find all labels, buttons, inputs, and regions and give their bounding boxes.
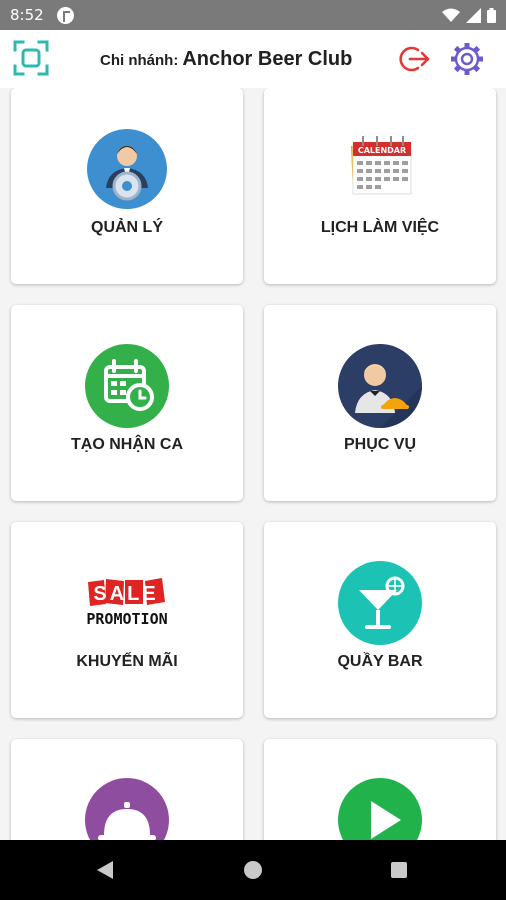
tile-label: KHUYẾN MÃI: [76, 653, 178, 670]
back-icon[interactable]: [96, 860, 114, 880]
tile-quan-ly[interactable]: QUẢN LÝ: [11, 88, 243, 284]
app-header: Chi nhánh: Anchor Beer Club: [0, 30, 506, 88]
tile-phuc-vu[interactable]: PHỤC VỤ: [264, 305, 496, 501]
shift-calendar-clock-icon: [85, 344, 169, 428]
notification-icon: [57, 7, 74, 24]
tile-label: LỊCH LÀM VIỆC: [320, 219, 440, 236]
logout-icon[interactable]: [397, 42, 431, 76]
calendar-icon-text: CALENDAR: [358, 146, 406, 155]
manager-gear-icon: [87, 129, 167, 209]
navigation-bar: [0, 840, 506, 900]
status-bar: 8:52: [0, 0, 506, 30]
tile-quay-bar[interactable]: QUẦY BAR: [264, 522, 496, 718]
tile-play[interactable]: [264, 739, 496, 840]
scan-qr-icon[interactable]: [13, 40, 49, 76]
settings-gear-icon[interactable]: [448, 40, 486, 78]
home-icon[interactable]: [244, 861, 262, 879]
branch-label: Chi nhánh:: [100, 52, 179, 69]
tile-khuyen-mai[interactable]: SALE PROMOTION KHUYẾN MÃI: [11, 522, 243, 718]
tile-tao-nhan-ca[interactable]: TẠO NHẬN CA: [11, 305, 243, 501]
signal-icon: [466, 8, 481, 23]
sale-icon-text: SALE: [93, 583, 158, 605]
tile-label: TẠO NHẬN CA: [71, 436, 183, 453]
promotion-icon-text: PROMOTION: [86, 610, 167, 628]
play-icon: [338, 778, 422, 840]
system-icons: [442, 7, 496, 23]
calendar-icon: CALENDAR: [351, 136, 412, 195]
cocktail-icon: [338, 561, 422, 645]
tile-label: QUẦY BAR: [337, 653, 423, 670]
tile-label: QUẢN LÝ: [91, 219, 163, 236]
wifi-icon: [442, 8, 460, 22]
tile-lich-lam-viec[interactable]: CALENDAR LỊCH LÀM VIỆC: [264, 88, 496, 284]
tile-service-bell[interactable]: [11, 739, 243, 840]
status-time: 8:52: [10, 6, 44, 24]
branch-info: Chi nhánh: Anchor Beer Club: [100, 48, 352, 71]
tile-label: PHỤC VỤ: [343, 436, 416, 453]
sale-promotion-icon: SALE PROMOTION: [86, 578, 168, 628]
menu-grid: QUẢN LÝ CALENDAR LỊCH LÀM VIỆC TẠO NHẬN …: [0, 88, 506, 840]
waiter-icon: [338, 344, 422, 428]
recents-icon[interactable]: [391, 862, 407, 878]
branch-name: Anchor Beer Club: [182, 48, 353, 70]
service-bell-icon: [85, 778, 169, 840]
battery-icon: [487, 8, 496, 23]
